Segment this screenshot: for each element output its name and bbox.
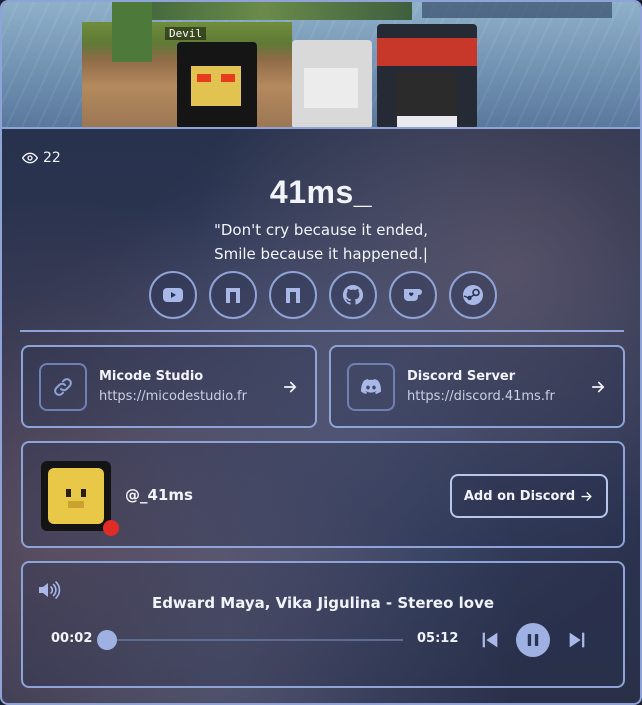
section-divider xyxy=(20,330,624,332)
namemc-icon xyxy=(226,288,240,303)
duration: 05:12 xyxy=(417,631,459,646)
current-time: 00:02 xyxy=(51,631,93,646)
kofi-button[interactable] xyxy=(389,271,437,319)
add-on-discord-button[interactable]: Add on Discord xyxy=(450,474,608,518)
progress-bar[interactable] xyxy=(107,639,403,641)
music-player: Edward Maya, Vika Jigulina - Stereo love… xyxy=(21,561,625,688)
view-counter: 22 xyxy=(22,150,61,166)
kofi-icon xyxy=(404,289,422,301)
youtube-icon xyxy=(163,288,183,302)
previous-button[interactable] xyxy=(479,629,501,651)
pause-button[interactable] xyxy=(516,623,550,657)
link-url: https://micodestudio.fr xyxy=(99,389,247,404)
skip-previous-icon xyxy=(482,632,498,648)
github-button[interactable] xyxy=(329,271,377,319)
profile-page: Devil 22 41ms_ "Don't cry because it end… xyxy=(0,0,642,705)
link-title: Micode Studio xyxy=(99,369,204,384)
progress-knob[interactable] xyxy=(97,630,117,650)
banner-character-hat xyxy=(377,24,477,127)
banner-character-devil xyxy=(177,42,257,127)
profile-banner: Devil xyxy=(2,2,640,129)
profile-bio: "Don't cry because it ended, Smile becau… xyxy=(2,218,640,266)
discord-handle: @_41ms xyxy=(125,486,193,504)
view-count: 22 xyxy=(43,150,61,166)
steam-icon xyxy=(463,285,483,305)
next-button[interactable] xyxy=(566,629,588,651)
youtube-button[interactable] xyxy=(149,271,197,319)
add-on-discord-label: Add on Discord xyxy=(463,488,576,504)
pause-icon xyxy=(527,634,539,646)
arrow-right-icon xyxy=(581,491,592,501)
social-links xyxy=(149,271,497,319)
link-icon-box xyxy=(39,362,87,411)
link-card-discord[interactable]: Discord Server https://discord.41ms.fr xyxy=(329,345,625,428)
namemc-icon xyxy=(286,288,300,303)
link-title: Discord Server xyxy=(407,369,516,384)
link-icon xyxy=(54,377,72,396)
steam-button[interactable] xyxy=(449,271,497,319)
github-icon xyxy=(342,284,364,305)
discord-user-card: @_41ms Add on Discord xyxy=(21,441,625,548)
arrow-right-icon xyxy=(283,381,297,392)
discord-icon-box xyxy=(347,362,395,411)
arrow-right-icon xyxy=(591,381,605,392)
bio-line-1: "Don't cry because it ended, xyxy=(213,221,429,239)
banner-name-tag: Devil xyxy=(165,27,207,40)
eye-icon xyxy=(22,152,38,164)
status-indicator xyxy=(103,520,119,536)
profile-name: 41ms_ xyxy=(269,174,373,210)
track-title: Edward Maya, Vika Jigulina - Stereo love xyxy=(151,594,495,612)
banner-character-white xyxy=(292,40,372,127)
bio-line-2: Smile because it happened.| xyxy=(214,245,428,263)
skip-next-icon xyxy=(569,632,585,648)
namemc-button-1[interactable] xyxy=(209,271,257,319)
discord-icon xyxy=(361,378,381,394)
link-card-micode[interactable]: Micode Studio https://micodestudio.fr xyxy=(21,345,317,428)
namemc-button-2[interactable] xyxy=(269,271,317,319)
link-url: https://discord.41ms.fr xyxy=(407,389,555,404)
avatar xyxy=(41,461,111,531)
